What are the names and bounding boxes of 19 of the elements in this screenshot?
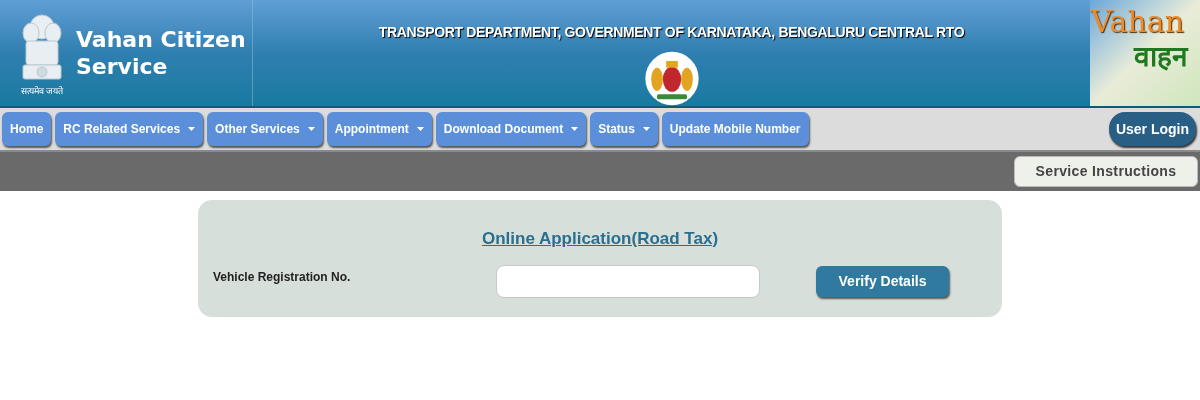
logo-text: Vahan xyxy=(1089,4,1185,40)
logo-text: वाहन xyxy=(1134,40,1188,74)
nav-menu-item[interactable]: Update Mobile Number xyxy=(661,112,809,146)
nav-menu-item[interactable]: Home xyxy=(2,112,52,146)
nav-menu-item[interactable]: Appointment xyxy=(326,112,432,146)
field-label: Vehicle Registration No. xyxy=(213,269,352,286)
nav-menu-item[interactable]: RC Related Services xyxy=(55,112,204,146)
nav-menu-item[interactable]: Status xyxy=(590,112,658,146)
user-login-button[interactable]: User Login xyxy=(1108,112,1196,146)
service-instructions-button[interactable]: Service Instructions xyxy=(1014,156,1198,187)
site-subtitle: Service xyxy=(76,53,169,80)
verify-details-button[interactable]: Verify Details xyxy=(816,265,949,297)
site-title: Vahan Citizen xyxy=(76,26,246,53)
nav-menu-item[interactable]: Other Services xyxy=(207,112,323,146)
form-title: Online Application(Road Tax) xyxy=(481,228,719,250)
registration-input-field[interactable] xyxy=(496,264,760,298)
department-title: TRANSPORT DEPARTMENT, GOVERNMENT OF KARNATAKA, BENGALURU CENTRAL RTO xyxy=(378,23,965,42)
nav-menu-item[interactable]: Download Document xyxy=(435,112,587,146)
motto-text: सत्यमेव जयते xyxy=(20,86,64,96)
